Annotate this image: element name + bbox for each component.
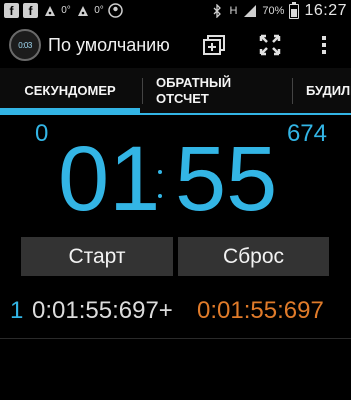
tab-countdown-label-line2: ОТСЧЕТ <box>156 90 209 106</box>
clock-time: 16:27 <box>304 2 347 19</box>
status-system: H 70% 16:27 <box>209 1 347 20</box>
facebook-icon: f <box>23 3 38 18</box>
tab-alarm[interactable]: БУДИЛЬНИК <box>306 68 351 113</box>
tab-countdown-label-line1: ОБРАТНЫЙ <box>156 74 232 90</box>
temperature-icon: 0° <box>94 5 104 16</box>
notification-icon <box>42 3 57 18</box>
signal-icon <box>242 4 257 19</box>
tab-divider <box>142 78 143 104</box>
battery-percent: 70% <box>262 5 285 17</box>
status-bar: f f 0° 0° H 70% 16:27 <box>0 0 351 22</box>
lap-row: 1 0:01:55:697+ 0:01:55:697 <box>0 289 351 333</box>
tab-stopwatch-label: СЕКУНДОМЕР <box>24 83 116 98</box>
seconds-display: 55 <box>175 128 278 230</box>
tab-bar: СЕКУНДОМЕР ОБРАТНЫЙ ОТСЧЕТ БУДИЛЬНИК <box>0 68 351 115</box>
bluetooth-icon <box>209 4 224 19</box>
tab-alarm-label: БУДИЛЬНИК <box>306 83 351 98</box>
tab-divider <box>292 78 293 104</box>
lap-number: 1 <box>10 297 24 324</box>
facebook-icon: f <box>4 3 19 18</box>
battery-level <box>291 8 298 17</box>
network-type-label: H <box>229 5 238 17</box>
battery-icon <box>289 1 300 19</box>
notification-icon <box>75 3 90 18</box>
start-button[interactable]: Старт <box>21 237 173 276</box>
profile-title[interactable]: По умолчанию <box>48 35 170 56</box>
tab-stopwatch[interactable]: СЕКУНДОМЕР <box>0 68 140 113</box>
lap-divider <box>0 338 351 339</box>
lap-split-time: 0:01:55:697 <box>197 297 324 324</box>
tab-selected-indicator <box>0 108 140 113</box>
stopwatch-time-display: 01 55 <box>0 132 351 227</box>
time-separator <box>158 170 162 212</box>
status-notifications: f f 0° 0° <box>4 3 123 18</box>
action-bar: 0:03 По умолчанию <box>0 22 351 68</box>
overflow-menu-icon[interactable] <box>310 31 338 59</box>
fullscreen-icon[interactable] <box>256 31 284 59</box>
reset-button[interactable]: Сброс <box>178 237 329 276</box>
app-icon-text: 0:03 <box>18 40 32 50</box>
minutes-display: 01 <box>58 128 161 230</box>
add-lap-icon[interactable] <box>200 31 228 59</box>
user-icon <box>108 3 123 18</box>
stopwatch-app-icon[interactable]: 0:03 <box>9 29 41 61</box>
temperature-icon: 0° <box>61 5 71 16</box>
tab-countdown[interactable]: ОБРАТНЫЙ ОТСЧЕТ <box>156 68 286 113</box>
lap-total-time: 0:01:55:697+ <box>32 297 173 324</box>
